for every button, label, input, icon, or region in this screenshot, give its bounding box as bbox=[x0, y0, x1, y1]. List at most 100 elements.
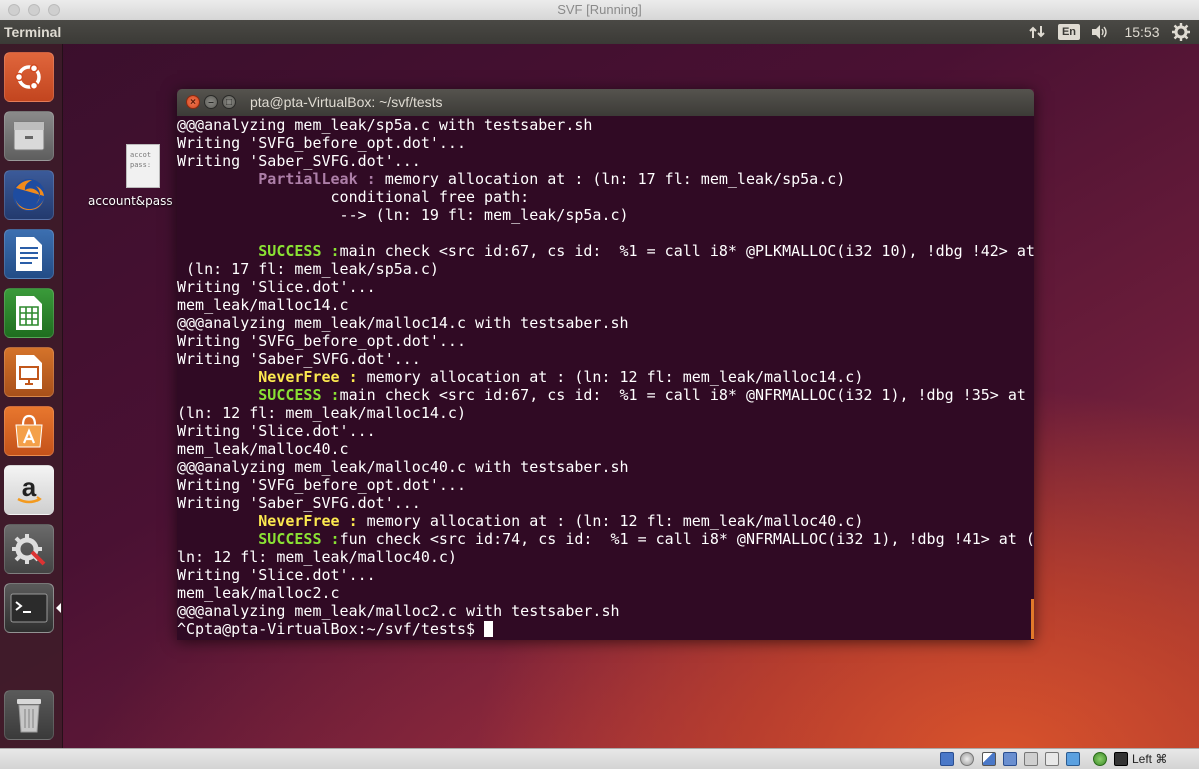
software-center-icon[interactable] bbox=[4, 406, 54, 456]
active-app-indicator bbox=[56, 603, 61, 613]
terminal-line: Writing 'Slice.dot'... bbox=[177, 422, 1034, 440]
terminal-line: NeverFree : memory allocation at : (ln: … bbox=[177, 368, 1034, 386]
terminal-line: Writing 'Saber_SVFG.dot'... bbox=[177, 494, 1034, 512]
terminal-lines: @@@analyzing mem_leak/sp5a.c with testsa… bbox=[177, 116, 1034, 620]
terminal-line: (ln: 12 fl: mem_leak/malloc14.c) bbox=[177, 404, 1034, 422]
video-capture-icon[interactable] bbox=[1066, 752, 1080, 766]
status-label: NeverFree : bbox=[258, 368, 358, 386]
terminal-line: --> (ln: 19 fl: mem_leak/sp5a.c) bbox=[177, 206, 1034, 224]
terminal-text: Writing 'Slice.dot'... bbox=[177, 422, 376, 440]
speaker-icon[interactable] bbox=[1088, 20, 1112, 44]
host-window-titlebar: SVF [Running] bbox=[0, 0, 1199, 21]
terminal-text: memory allocation at : (ln: 17 fl: mem_l… bbox=[375, 170, 846, 188]
terminal-text: Writing 'Slice.dot'... bbox=[177, 566, 376, 584]
trash-icon[interactable] bbox=[4, 690, 54, 740]
amazon-icon[interactable]: a bbox=[4, 465, 54, 515]
terminal-line: PartialLeak : memory allocation at : (ln… bbox=[177, 170, 1034, 188]
host-zoom-button[interactable] bbox=[48, 4, 60, 16]
host-minimize-button[interactable] bbox=[28, 4, 40, 16]
hard-disk-icon[interactable] bbox=[940, 752, 954, 766]
libreoffice-writer-icon[interactable] bbox=[4, 229, 54, 279]
terminal-text: Writing 'SVFG_before_opt.dot'... bbox=[177, 134, 466, 152]
ubuntu-dash-icon[interactable] bbox=[4, 52, 54, 102]
system-settings-icon[interactable] bbox=[4, 524, 54, 574]
terminal-text: main check <src id:67, cs id: %1 = call … bbox=[339, 242, 1034, 260]
network-updown-icon[interactable] bbox=[1026, 20, 1048, 44]
terminal-text: --> (ln: 19 fl: mem_leak/sp5a.c) bbox=[177, 206, 629, 224]
terminal-line: @@@analyzing mem_leak/malloc14.c with te… bbox=[177, 314, 1034, 332]
terminal-text: @@@analyzing mem_leak/malloc40.c with te… bbox=[177, 458, 629, 476]
terminal-text: Writing 'SVFG_before_opt.dot'... bbox=[177, 476, 466, 494]
terminal-line: mem_leak/malloc2.c bbox=[177, 584, 1034, 602]
terminal-line: SUCCESS :main check <src id:67, cs id: %… bbox=[177, 242, 1034, 260]
host-close-button[interactable] bbox=[8, 4, 20, 16]
shared-folders-icon[interactable] bbox=[1024, 752, 1038, 766]
status-label: SUCCESS : bbox=[258, 242, 340, 260]
text-cursor bbox=[484, 621, 494, 637]
libreoffice-calc-icon[interactable] bbox=[4, 288, 54, 338]
terminal-line: (ln: 17 fl: mem_leak/sp5a.c) bbox=[177, 260, 1034, 278]
network-adapter-icon[interactable] bbox=[1003, 752, 1017, 766]
optical-drive-icon[interactable] bbox=[960, 752, 974, 766]
terminal-titlebar[interactable]: × – □ pta@pta-VirtualBox: ~/svf/tests bbox=[177, 89, 1034, 116]
terminal-icon[interactable] bbox=[4, 583, 54, 633]
display-icon[interactable] bbox=[1045, 752, 1059, 766]
terminal-line: Writing 'SVFG_before_opt.dot'... bbox=[177, 332, 1034, 350]
terminal-text: memory allocation at : (ln: 12 fl: mem_l… bbox=[357, 368, 864, 386]
terminal-text: (ln: 17 fl: mem_leak/sp5a.c) bbox=[177, 260, 439, 278]
mouse-integration-icon[interactable] bbox=[1114, 752, 1128, 766]
terminal-line: Writing 'Slice.dot'... bbox=[177, 278, 1034, 296]
status-label: NeverFree : bbox=[258, 512, 358, 530]
active-app-title: Terminal bbox=[4, 24, 62, 40]
terminal-text: Writing 'Slice.dot'... bbox=[177, 278, 376, 296]
terminal-text: (ln: 12 fl: mem_leak/malloc14.c) bbox=[177, 404, 466, 422]
clock[interactable]: 15:53 bbox=[1120, 20, 1164, 44]
terminal-text: fun check <src id:74, cs id: %1 = call i… bbox=[339, 530, 1034, 548]
file-preview-line: accot bbox=[130, 151, 152, 159]
terminal-scroll-indicator[interactable] bbox=[1031, 599, 1034, 639]
text-file-icon: accot pass: bbox=[126, 144, 160, 188]
maximize-button[interactable]: □ bbox=[222, 95, 236, 109]
terminal-title: pta@pta-VirtualBox: ~/svf/tests bbox=[250, 94, 443, 110]
terminal-text: Writing 'Saber_SVFG.dot'... bbox=[177, 494, 421, 512]
terminal-text: main check <src id:67, cs id: %1 = call … bbox=[339, 386, 1026, 404]
terminal-text: @@@analyzing mem_leak/sp5a.c with testsa… bbox=[177, 116, 593, 134]
terminal-line: SUCCESS :fun check <src id:74, cs id: %1… bbox=[177, 530, 1034, 548]
close-button[interactable]: × bbox=[186, 95, 200, 109]
terminal-text: @@@analyzing mem_leak/malloc14.c with te… bbox=[177, 314, 629, 332]
terminal-text: memory allocation at : (ln: 12 fl: mem_l… bbox=[357, 512, 864, 530]
terminal-line: @@@analyzing mem_leak/malloc2.c with tes… bbox=[177, 602, 1034, 620]
terminal-text: Writing 'Saber_SVFG.dot'... bbox=[177, 350, 421, 368]
terminal-text: mem_leak/malloc14.c bbox=[177, 296, 349, 314]
status-label: PartialLeak : bbox=[258, 170, 376, 188]
terminal-line: Writing 'Saber_SVFG.dot'... bbox=[177, 350, 1034, 368]
terminal-line: SUCCESS :main check <src id:67, cs id: %… bbox=[177, 386, 1034, 404]
terminal-window: × – □ pta@pta-VirtualBox: ~/svf/tests @@… bbox=[177, 89, 1034, 640]
terminal-line: @@@analyzing mem_leak/sp5a.c with testsa… bbox=[177, 116, 1034, 134]
status-label: SUCCESS : bbox=[258, 386, 340, 404]
keyboard-layout-indicator[interactable]: En bbox=[1058, 24, 1080, 40]
gear-icon[interactable] bbox=[1168, 20, 1194, 44]
file-preview-line: pass: bbox=[130, 161, 152, 169]
terminal-text: mem_leak/malloc40.c bbox=[177, 440, 349, 458]
guest-additions-icon[interactable] bbox=[1093, 752, 1107, 766]
usb-icon[interactable] bbox=[982, 752, 996, 766]
svg-text:a: a bbox=[22, 472, 37, 502]
terminal-prompt-line[interactable]: ^Cpta@pta-VirtualBox:~/svf/tests$ bbox=[177, 620, 1034, 638]
terminal-line: mem_leak/malloc14.c bbox=[177, 296, 1034, 314]
vbox-status-bar: Left ⌘ bbox=[0, 748, 1199, 769]
minimize-button[interactable]: – bbox=[204, 95, 218, 109]
terminal-text: Writing 'SVFG_before_opt.dot'... bbox=[177, 332, 466, 350]
terminal-text: mem_leak/malloc2.c bbox=[177, 584, 340, 602]
terminal-output[interactable]: @@@analyzing mem_leak/sp5a.c with testsa… bbox=[177, 116, 1034, 640]
terminal-line: Writing 'SVFG_before_opt.dot'... bbox=[177, 134, 1034, 152]
shell-prompt: ^Cpta@pta-VirtualBox:~/svf/tests$ bbox=[177, 620, 485, 638]
libreoffice-impress-icon[interactable] bbox=[4, 347, 54, 397]
firefox-icon[interactable] bbox=[4, 170, 54, 220]
files-icon[interactable] bbox=[4, 111, 54, 161]
